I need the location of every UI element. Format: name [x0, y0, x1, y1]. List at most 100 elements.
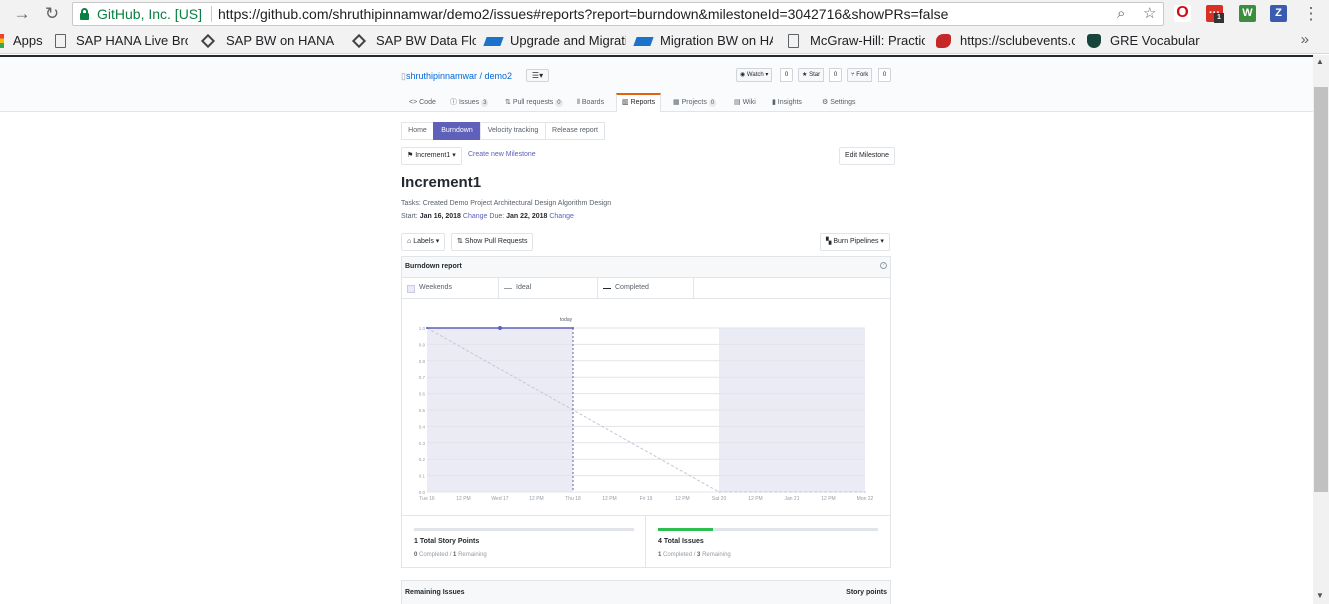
labels-filter-button[interactable]: ⌂ Labels ▾	[401, 233, 446, 251]
opera-icon[interactable]: O	[1174, 5, 1191, 22]
bookmark-sap-bw-hana[interactable]: SAP BW on HANA Mi	[226, 33, 336, 48]
milestone-tasks: Tasks: Created Demo Project Architectura…	[401, 200, 612, 207]
watch-button[interactable]: ◉ Watch ▾	[736, 68, 773, 82]
issue-icon: ⓘ	[450, 99, 459, 106]
omnibox-separator	[211, 6, 212, 22]
mail-extension-icon[interactable]: 1···	[1206, 5, 1224, 23]
star-button[interactable]: ★ Star	[798, 68, 825, 82]
legend-ideal[interactable]: Ideal	[499, 278, 598, 298]
remaining-issues-title: Remaining Issues	[405, 589, 465, 596]
apps-grid-icon	[0, 34, 4, 48]
code-icon: <>	[409, 99, 420, 106]
tab-settings[interactable]: ⚙ Settings	[822, 93, 856, 112]
completed-point	[498, 326, 502, 330]
site-identity: GitHub, Inc. [US]	[97, 6, 203, 22]
scroll-thumb[interactable]	[1314, 87, 1328, 492]
bookmark-gre-vocabulary[interactable]: GRE Vocabulary	[1110, 33, 1200, 48]
tab-projects[interactable]: ▦ Projects 0	[673, 93, 717, 112]
reports-nav-velocity[interactable]: Velocity tracking	[480, 122, 546, 140]
create-milestone-link[interactable]: Create new Milestone	[468, 151, 536, 158]
gear-icon: ⚙	[822, 99, 831, 106]
burn-pipelines-button[interactable]: ▚ Burn Pipelines ▾	[820, 233, 890, 251]
bookmark-upgrade-migration[interactable]: Upgrade and Migratio	[510, 33, 626, 48]
star-icon: ★	[802, 72, 808, 78]
y-tick-label: 0.8	[419, 359, 426, 364]
change-start-link[interactable]: Change	[463, 213, 488, 220]
scroll-down-icon[interactable]: ▼	[1316, 591, 1324, 600]
page-scrollbar[interactable]: ▲ ▼	[1313, 55, 1329, 604]
y-tick-label: 0.9	[419, 342, 426, 347]
tab-insights[interactable]: ▮ Insights	[772, 93, 802, 112]
page-icon	[55, 34, 66, 48]
eye-icon: ◉	[740, 72, 746, 78]
reports-icon: ▥	[622, 99, 631, 106]
milestone-select[interactable]: ⚑ Increment1 ▾	[401, 147, 462, 165]
remaining-issues-header: Remaining Issues Story points	[401, 580, 891, 604]
bookmarks-overflow-icon[interactable]: »	[1301, 31, 1309, 48]
lock-icon	[80, 8, 89, 20]
chevron-down-icon: ▾	[878, 238, 884, 245]
star-count[interactable]: 0	[829, 68, 842, 82]
y-tick-label: 0.3	[419, 441, 426, 446]
tab-boards[interactable]: ⫴ Boards	[577, 93, 604, 112]
sap-icon	[483, 37, 504, 46]
issues-progress-fill	[658, 528, 713, 531]
legend-completed[interactable]: Completed	[598, 278, 694, 298]
repo-title[interactable]: ▯shruthipinnamwar / demo2	[401, 71, 512, 82]
bookmark-sap-bw-data-flow[interactable]: SAP BW Data Flow	[376, 33, 476, 48]
y-tick-label: 0.6	[419, 392, 426, 397]
edit-milestone-button[interactable]: Edit Milestone	[839, 147, 895, 165]
sap-icon	[633, 37, 654, 46]
fork-count[interactable]: 0	[878, 68, 891, 82]
reports-nav-home[interactable]: Home	[401, 122, 434, 140]
reload-icon[interactable]: ↻	[42, 4, 62, 24]
ideal-point	[718, 491, 720, 493]
story-points-breakdown: 0 Completed / 1 Remaining	[414, 552, 487, 558]
reports-nav-release[interactable]: Release report	[545, 122, 605, 140]
y-tick-label: 0.7	[419, 375, 426, 380]
zenhub-menu-button[interactable]: ☰▾	[526, 69, 549, 82]
watch-count[interactable]: 0	[780, 68, 793, 82]
issues-breakdown: 1 Completed / 3 Remaining	[658, 552, 731, 558]
x-tick-label: 12 PM	[821, 496, 835, 502]
story-points-column[interactable]: Story points	[846, 589, 887, 596]
completed-point	[426, 327, 428, 329]
scroll-up-icon[interactable]: ▲	[1316, 57, 1324, 66]
x-tick-label: Jan 21	[784, 496, 799, 502]
forward-arrow-icon[interactable]: →	[12, 4, 32, 24]
ideal-point	[864, 491, 866, 493]
reports-nav-burndown[interactable]: Burndown	[433, 122, 481, 140]
pull-request-icon: ⇅	[505, 99, 513, 106]
fork-button[interactable]: ⑂ Fork	[847, 68, 873, 82]
bookmark-star-icon[interactable]: ☆	[1143, 5, 1156, 23]
bookmark-apps[interactable]: Apps	[13, 33, 43, 48]
show-pull-requests-button[interactable]: ⇅ Show Pull Requests	[451, 233, 534, 251]
y-tick-label: 0.0	[419, 490, 426, 495]
bookmark-mcgraw-hill[interactable]: McGraw-Hill: Practice	[810, 33, 925, 48]
projects-icon: ▦	[673, 99, 682, 106]
tab-pull-requests[interactable]: ⇅ Pull requests 0	[505, 93, 563, 112]
tab-code[interactable]: <> Code	[409, 93, 436, 112]
chevron-down-icon: ▾	[433, 238, 440, 245]
legend-weekends[interactable]: Weekends	[402, 278, 499, 298]
pull-request-icon: ⇅	[457, 238, 465, 245]
url-text[interactable]: https://github.com/shruthipinnamwar/demo…	[218, 6, 948, 22]
tab-issues[interactable]: ⓘ Issues 3	[450, 93, 489, 112]
bookmark-sclubevents[interactable]: https://sclubevents.co	[960, 33, 1075, 48]
x-tick-label: 12 PM	[529, 496, 543, 502]
change-due-link[interactable]: Change	[549, 213, 574, 220]
address-bar[interactable]: GitHub, Inc. [US] https://github.com/shr…	[72, 2, 1164, 26]
tab-wiki[interactable]: ▤ Wiki	[734, 93, 756, 112]
z-extension-icon[interactable]: Z	[1270, 5, 1287, 22]
tab-reports[interactable]: ▥ Reports	[616, 93, 662, 112]
milestone-icon: ⚑	[407, 152, 416, 159]
menu-kebab-icon[interactable]: ⋮	[1301, 4, 1321, 24]
x-tick-label: Tue 16	[419, 496, 435, 502]
help-icon[interactable]: ?	[880, 262, 887, 269]
zoom-icon[interactable]: ⌕	[1117, 5, 1125, 23]
burndown-header: Burndown report ?	[402, 257, 890, 278]
ideal-line-icon	[504, 288, 512, 289]
bookmark-sap-hana-live[interactable]: SAP HANA Live Brows	[76, 33, 188, 48]
bookmark-migration-bw[interactable]: Migration BW on HAN	[660, 33, 773, 48]
shield-extension-icon[interactable]: W	[1239, 5, 1256, 22]
